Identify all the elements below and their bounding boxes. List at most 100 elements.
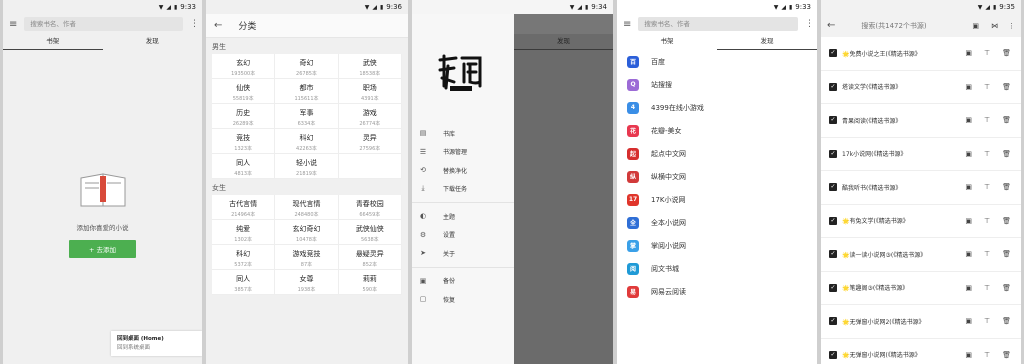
source-item[interactable]: 百 百度 <box>617 50 817 73</box>
delete-icon[interactable]: 🗑 <box>1002 217 1011 225</box>
checkbox[interactable]: ✓ <box>829 350 837 359</box>
category-cell[interactable]: 仙侠 55819本 <box>212 79 276 104</box>
search-input[interactable]: 搜索书名、作者 <box>24 17 183 31</box>
source-item[interactable]: 17 17K小说网 <box>617 188 817 211</box>
checkbox[interactable]: ✓ <box>829 149 837 158</box>
category-cell[interactable]: 武侠 18538本 <box>338 54 402 79</box>
category-cell[interactable]: 灵异 27596本 <box>338 129 402 154</box>
source-row[interactable]: ✓ 青果阅读(《精选书源》 ▣ ⊤ 🗑 <box>821 104 1021 138</box>
pin-top-icon[interactable]: ⊤ <box>984 284 990 292</box>
tab-discover[interactable]: 发现 <box>717 34 817 50</box>
checkbox[interactable]: ✓ <box>829 116 837 125</box>
pin-top-icon[interactable]: ⊤ <box>984 49 990 57</box>
pin-top-icon[interactable]: ⊤ <box>984 83 990 91</box>
category-cell[interactable]: 同人 4813本 <box>212 154 276 179</box>
category-cell[interactable]: 竞技 1323本 <box>212 129 276 154</box>
delete-icon[interactable]: 🗑 <box>1002 83 1011 91</box>
checkbox[interactable]: ✓ <box>829 216 837 225</box>
delete-icon[interactable]: 🗑 <box>1002 49 1011 57</box>
pin-top-icon[interactable]: ⊤ <box>984 116 990 124</box>
source-row[interactable]: ✓ 🌟读一读小说网③(《精选书源》 ▣ ⊤ 🗑 <box>821 238 1021 272</box>
category-cell[interactable]: 奇幻 26785本 <box>275 54 339 79</box>
more-icon[interactable]: ⋮ <box>190 19 199 29</box>
delete-icon[interactable]: 🗑 <box>1002 351 1011 359</box>
source-item[interactable]: 花 花瓣-美女 <box>617 119 817 142</box>
category-cell[interactable]: 现代言情 248480本 <box>275 195 339 220</box>
menu-icon[interactable]: ≡ <box>623 19 631 30</box>
source-item[interactable]: Q 站搜搜 <box>617 73 817 96</box>
delete-icon[interactable]: 🗑 <box>1002 250 1011 258</box>
edit-icon[interactable]: ▣ <box>965 284 972 292</box>
tab-bookshelf[interactable]: 书架 <box>3 34 103 50</box>
back-arrow-icon[interactable]: ← <box>827 20 835 31</box>
delete-icon[interactable]: 🗑 <box>1002 317 1011 325</box>
source-item[interactable]: 易 网易云阅读 <box>617 280 817 303</box>
drawer-item-palette[interactable]: ◐ 主题 <box>412 207 514 226</box>
delete-icon[interactable]: 🗑 <box>1002 284 1011 292</box>
edit-icon[interactable]: ▣ <box>965 351 972 359</box>
category-cell[interactable]: 游戏竞技 87本 <box>275 245 339 270</box>
source-item[interactable]: 阅 阅文书城 <box>617 257 817 280</box>
delete-icon[interactable]: 🗑 <box>1002 150 1011 158</box>
more-icon[interactable]: ⋮ <box>805 19 814 29</box>
edit-icon[interactable]: ▣ <box>965 250 972 258</box>
edit-icon[interactable]: ▣ <box>965 183 972 191</box>
category-cell[interactable]: 玄幻 193500本 <box>212 54 276 79</box>
source-search-input[interactable]: 搜索(共1472个书源) <box>853 21 954 31</box>
drawer-item-book[interactable]: ▤ 书库 <box>412 124 514 143</box>
edit-icon[interactable]: ▣ <box>965 217 972 225</box>
checkbox[interactable]: ✓ <box>829 317 837 326</box>
category-cell[interactable]: 都市 115611本 <box>275 79 339 104</box>
share-icon[interactable]: ⋈ <box>991 22 998 30</box>
source-row[interactable]: ✓ 🌟无弹窗小说网(《精选书源》 ▣ ⊤ 🗑 <box>821 338 1021 364</box>
category-cell[interactable]: 历史 26289本 <box>212 104 276 129</box>
checkbox[interactable]: ✓ <box>829 82 837 91</box>
drawer-item-list[interactable]: ☰ 书源管理 <box>412 143 514 162</box>
edit-icon[interactable]: ▣ <box>965 317 972 325</box>
tab-bookshelf[interactable]: 书架 <box>617 34 717 50</box>
drawer-item-settings[interactable]: ⚙ 设置 <box>412 226 514 245</box>
source-row[interactable]: ✓ 🌟无弹窗小说网2(《精选书源》 ▣ ⊤ 🗑 <box>821 305 1021 339</box>
source-item[interactable]: 纵 纵横中文网 <box>617 165 817 188</box>
search-input[interactable]: 搜索书名、作者 <box>638 17 798 31</box>
category-cell[interactable]: 轻小说 21819本 <box>275 154 339 179</box>
pin-top-icon[interactable]: ⊤ <box>984 183 990 191</box>
edit-icon[interactable]: ▣ <box>972 22 979 30</box>
delete-icon[interactable]: 🗑 <box>1002 183 1011 191</box>
back-arrow-icon[interactable]: ← <box>214 20 222 31</box>
category-cell[interactable]: 科幻 42263本 <box>275 129 339 154</box>
category-cell[interactable]: 军事 6334本 <box>275 104 339 129</box>
category-cell[interactable]: 女尊 1938本 <box>275 270 339 295</box>
menu-icon[interactable]: ≡ <box>9 19 17 30</box>
more-icon[interactable]: ⋮ <box>1008 22 1015 30</box>
drawer-item-download[interactable]: ⤓ 下载任务 <box>412 180 514 199</box>
drawer-item-backup[interactable]: ▣ 备份 <box>412 272 514 291</box>
pin-top-icon[interactable]: ⊤ <box>984 217 990 225</box>
checkbox[interactable]: ✓ <box>829 183 837 192</box>
category-cell[interactable]: 纯爱 1302本 <box>212 220 276 245</box>
category-cell[interactable]: 同人 3857本 <box>212 270 276 295</box>
checkbox[interactable]: ✓ <box>829 250 837 259</box>
source-row[interactable]: ✓ 🌟笔趣阁③(《精选书源》 ▣ ⊤ 🗑 <box>821 271 1021 305</box>
add-button[interactable]: + 去添加 <box>69 240 136 258</box>
edit-icon[interactable]: ▣ <box>965 116 972 124</box>
source-item[interactable]: 全 全本小说网 <box>617 211 817 234</box>
category-cell[interactable]: 莉莉 590本 <box>338 270 402 295</box>
pin-top-icon[interactable]: ⊤ <box>984 351 990 359</box>
category-cell[interactable]: 悬疑灵异 852本 <box>338 245 402 270</box>
source-item[interactable]: 起 起点中文网 <box>617 142 817 165</box>
checkbox[interactable]: ✓ <box>829 283 837 292</box>
source-item[interactable]: 掌 掌阅小说网 <box>617 234 817 257</box>
drawer-item-replace[interactable]: ⟲ 替换净化 <box>412 161 514 180</box>
drawer-item-send[interactable]: ➤ 关于 <box>412 244 514 263</box>
checkbox[interactable]: ✓ <box>829 49 837 58</box>
category-cell[interactable]: 武侠仙侠 5638本 <box>338 220 402 245</box>
category-cell[interactable]: 青春校园 66459本 <box>338 195 402 220</box>
source-row[interactable]: ✓ 17k小说网(《精选书源》 ▣ ⊤ 🗑 <box>821 137 1021 171</box>
edit-icon[interactable]: ▣ <box>965 49 972 57</box>
pin-top-icon[interactable]: ⊤ <box>984 250 990 258</box>
category-cell[interactable]: 科幻 5372本 <box>212 245 276 270</box>
pin-top-icon[interactable]: ⊤ <box>984 317 990 325</box>
pin-top-icon[interactable]: ⊤ <box>984 150 990 158</box>
edit-icon[interactable]: ▣ <box>965 150 972 158</box>
